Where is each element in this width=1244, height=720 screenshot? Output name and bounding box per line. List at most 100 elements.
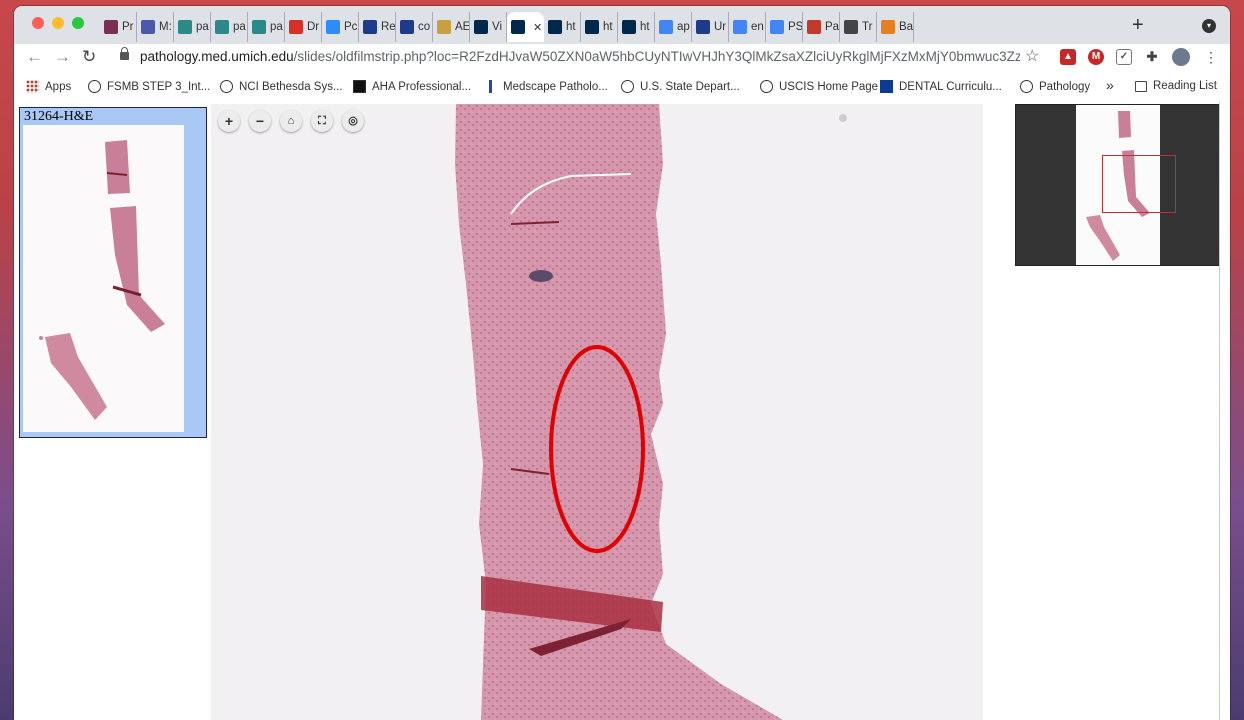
apps-grid-icon xyxy=(26,80,39,93)
slide-viewport[interactable]: + − ⌂ ⛶ ◎ xyxy=(211,104,983,720)
navigator-viewport-rectangle[interactable] xyxy=(1102,155,1176,213)
browser-tab[interactable]: ap xyxy=(655,12,692,42)
browser-tab[interactable]: PS xyxy=(766,12,803,42)
browser-tab[interactable]: Re xyxy=(359,12,396,42)
bookmark-item[interactable]: Medscape Patholo... xyxy=(484,80,608,93)
bookmark-label: DENTAL Curriculu... xyxy=(899,80,1002,93)
tab-label: pa xyxy=(233,21,246,33)
reading-list-button[interactable]: Reading List xyxy=(1135,80,1217,92)
browser-tab[interactable]: ht xyxy=(544,12,581,42)
slide-icon xyxy=(178,20,192,34)
tab-label: Re xyxy=(381,21,396,33)
bookmark-icon xyxy=(881,20,895,34)
tab-label: Tr xyxy=(862,21,873,33)
address-bar[interactable]: pathology.med.umich.edu/slides/oldfilmst… xyxy=(140,49,1020,64)
umich-icon xyxy=(474,20,488,34)
close-window-button[interactable] xyxy=(32,17,44,29)
browser-tab[interactable]: Tr xyxy=(840,12,877,42)
pdf-extension-icon[interactable]: ▲ xyxy=(1060,49,1076,65)
browser-tab[interactable]: en xyxy=(729,12,766,42)
tab-label: ht xyxy=(566,21,576,33)
tab-label: Pa xyxy=(825,21,840,33)
bookmark-label: NCI Bethesda Sys... xyxy=(239,80,343,93)
reload-icon[interactable]: ↻ xyxy=(82,47,96,67)
forward-arrow-icon[interactable]: → xyxy=(54,47,71,67)
teams-icon xyxy=(141,20,155,34)
bookmark-item[interactable]: U.S. State Depart... xyxy=(621,80,740,93)
bookmark-item[interactable]: Apps xyxy=(26,80,71,93)
tab-label: co xyxy=(418,21,431,33)
slide-navigator[interactable] xyxy=(1015,104,1221,266)
browser-tab[interactable]: M: xyxy=(137,12,174,42)
filmstrip-slide-thumbnail[interactable]: 31264-H&E xyxy=(19,107,207,438)
browser-tab[interactable]: pa xyxy=(174,12,211,42)
google-icon xyxy=(733,20,747,34)
book-icon xyxy=(437,20,451,34)
avatar[interactable] xyxy=(1172,48,1190,66)
maximize-window-button[interactable] xyxy=(72,17,84,29)
tab-search-icon[interactable]: ▾ xyxy=(1202,19,1216,33)
new-tab-button[interactable]: + xyxy=(1132,15,1144,35)
camera-icon[interactable]: ◎ xyxy=(342,110,364,132)
tab-list: Pr M: pa pa pa Dr Pc Re co AE Vi ✕ ht ht ht ap Ur en PS Pa T… xyxy=(100,12,914,42)
browser-tab[interactable]: Dr xyxy=(285,12,322,42)
bookmark-item[interactable]: DENTAL Curriculu... xyxy=(880,80,1002,93)
uf-icon xyxy=(880,80,893,93)
bookmarks-bar: » Reading List Apps FSMB STEP 3_Int... NCI… xyxy=(14,72,1230,103)
bookmark-label: Apps xyxy=(45,80,72,93)
zoom-in-button[interactable]: + xyxy=(218,110,240,132)
bookmark-overflow-button[interactable]: » xyxy=(1106,77,1114,93)
extensions-puzzle-icon[interactable]: ✚ xyxy=(1144,49,1160,65)
umich-icon xyxy=(511,20,525,34)
browser-tab[interactable]: co xyxy=(396,12,433,42)
lock-icon[interactable] xyxy=(120,47,129,60)
umich-icon xyxy=(622,20,636,34)
browser-tab[interactable]: ht xyxy=(581,12,618,42)
browser-tab[interactable]: ✕ xyxy=(507,12,544,42)
bookmark-item[interactable]: Pathology xyxy=(1020,80,1090,93)
browser-tab[interactable]: Vi xyxy=(470,12,507,42)
url-host: pathology.med.umich.edu xyxy=(140,49,294,64)
journal-icon xyxy=(696,20,710,34)
close-tab-icon[interactable]: ✕ xyxy=(533,21,542,34)
journal-icon xyxy=(400,20,414,34)
gear-icon xyxy=(807,20,821,34)
browser-tab[interactable]: Ba xyxy=(877,12,914,42)
bookmark-item[interactable]: USCIS Home Page xyxy=(760,80,878,93)
gmail-extension-icon[interactable]: M xyxy=(1088,49,1104,65)
browser-tab[interactable]: Ur xyxy=(692,12,729,42)
slide-thumbnail-image xyxy=(23,125,184,432)
bookmark-item[interactable]: AHA Professional... xyxy=(353,80,471,93)
aha-icon xyxy=(353,80,366,93)
person-icon xyxy=(1020,80,1033,93)
seal-icon xyxy=(760,80,773,93)
browser-tab[interactable]: pa xyxy=(211,12,248,42)
fullscreen-icon[interactable]: ⛶ xyxy=(311,110,333,132)
browser-tab[interactable]: Pa xyxy=(803,12,840,42)
tab-label: M: xyxy=(159,21,172,33)
browser-tab[interactable]: Pr xyxy=(100,12,137,42)
bookmark-item[interactable]: FSMB STEP 3_Int... xyxy=(88,80,210,93)
tab-label: pa xyxy=(270,21,283,33)
back-arrow-icon[interactable]: ← xyxy=(26,47,43,67)
zoom-out-button[interactable]: − xyxy=(249,110,271,132)
film-icon xyxy=(104,20,118,34)
bookmark-item[interactable]: NCI Bethesda Sys... xyxy=(220,80,343,93)
tab-label: pa xyxy=(196,21,209,33)
shield-icon[interactable]: ✓ xyxy=(1116,49,1132,65)
tab-label: Pr xyxy=(122,21,134,33)
url-path: /slides/oldfilmstrip.php?loc=R2FzdHJvaW5… xyxy=(293,49,1020,64)
browser-tab[interactable]: ht xyxy=(618,12,655,42)
bookmark-star-icon[interactable]: ☆ xyxy=(1025,47,1039,67)
home-icon[interactable]: ⌂ xyxy=(280,110,302,132)
browser-tab[interactable]: pa xyxy=(248,12,285,42)
toolbar: ← → ↻ pathology.med.umich.edu/slides/old… xyxy=(14,44,1230,72)
bookmark-label: Medscape Patholo... xyxy=(503,80,608,93)
minimize-window-button[interactable] xyxy=(52,17,64,29)
page-scrollbar[interactable] xyxy=(1219,102,1230,720)
browser-tab[interactable]: Pc xyxy=(322,12,359,42)
menu-kebab-icon[interactable]: ⋮ xyxy=(1204,47,1218,67)
browser-tab[interactable]: AE xyxy=(433,12,470,42)
tab-label: ht xyxy=(603,21,613,33)
umich-icon xyxy=(585,20,599,34)
